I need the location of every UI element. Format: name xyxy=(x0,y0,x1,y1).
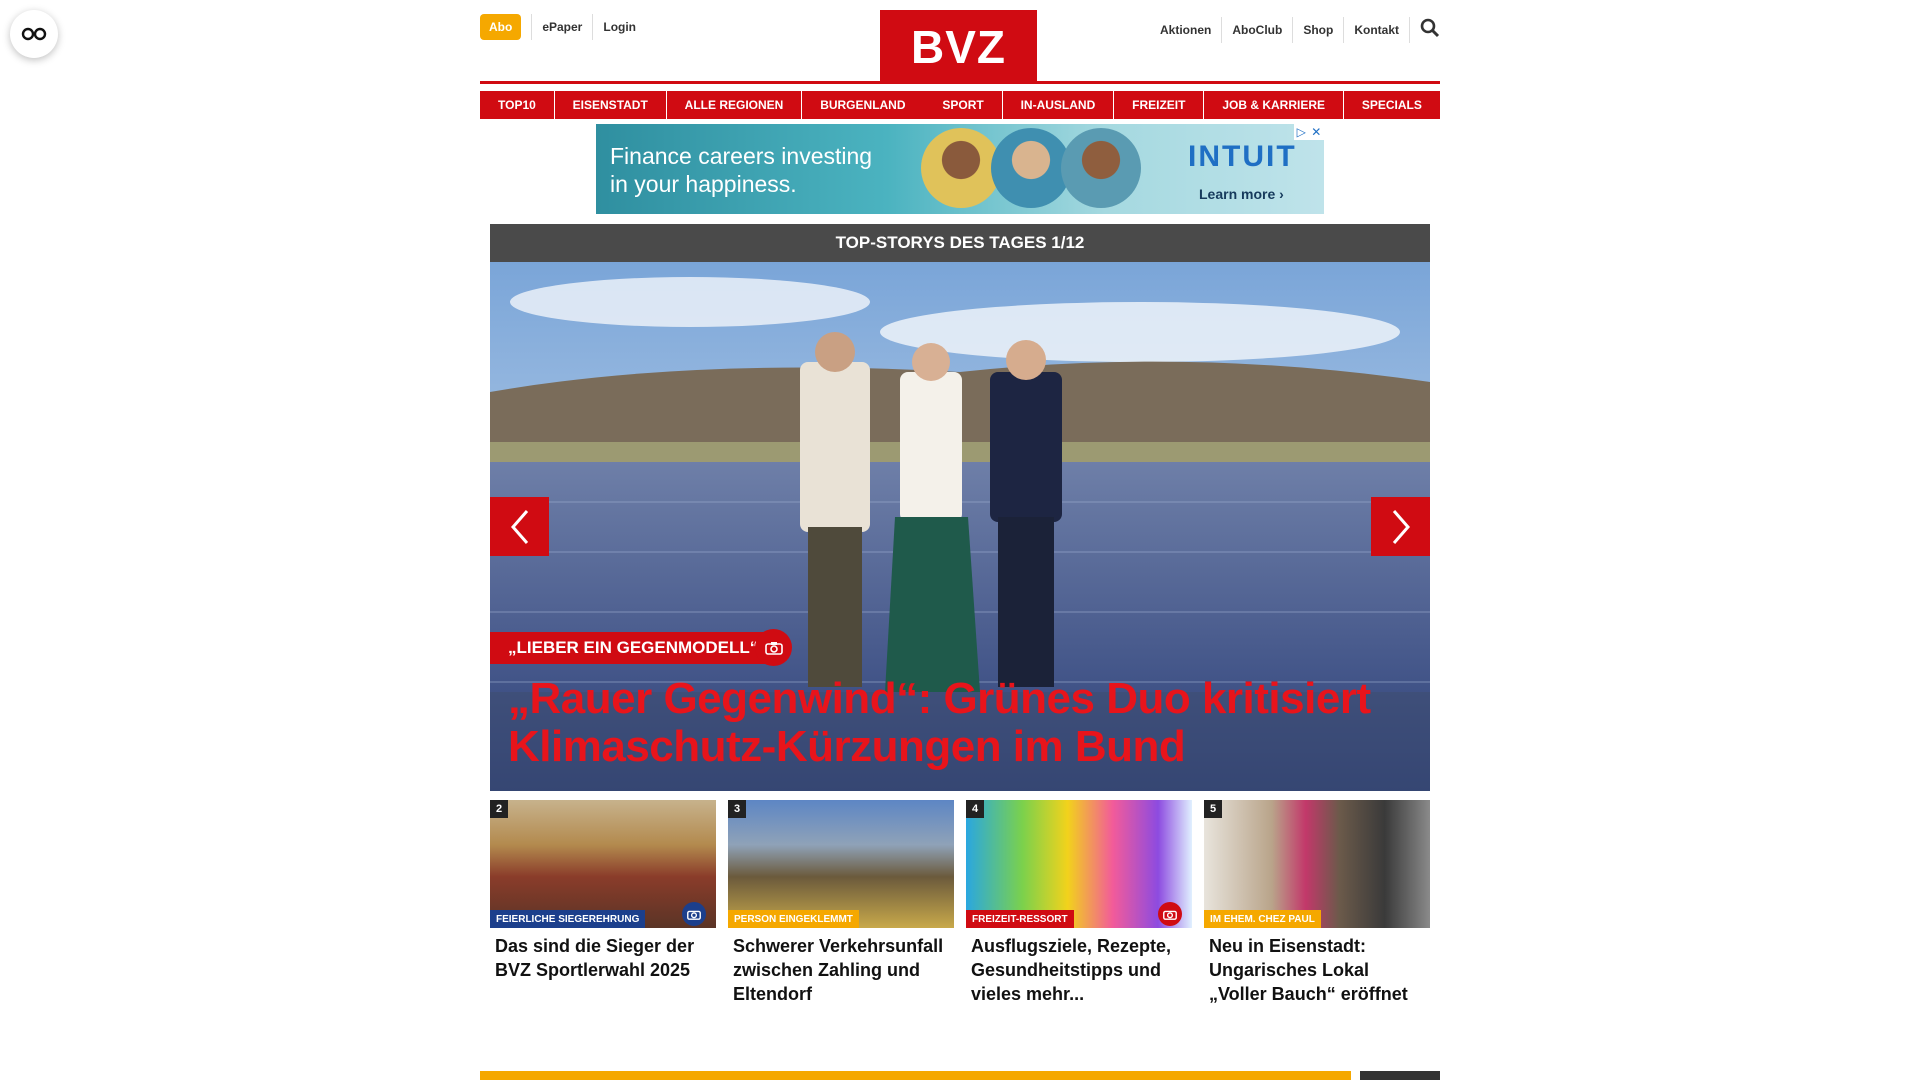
story-thumbnail[interactable]: 3 PERSON EINGEKLEMMT xyxy=(728,800,954,928)
camera-icon xyxy=(764,641,783,655)
ad-text-line-2: in your happiness. xyxy=(610,171,797,197)
story-rank: 5 xyxy=(1204,800,1222,818)
aktionen-link[interactable]: Aktionen xyxy=(1150,16,1223,43)
carousel-prev-button[interactable] xyxy=(490,497,549,556)
story-tag: FEIERLICHE SIEGEREHRUNG xyxy=(490,910,646,928)
nav-item-job-karriere[interactable]: JOB & KARRIERE xyxy=(1204,91,1344,119)
chevron-right-icon xyxy=(1392,509,1410,544)
story-title[interactable]: Schwerer Verkehrsunfall zwischen Zahling… xyxy=(728,928,954,1006)
header-right-links: Aktionen AboClub Shop Kontakt xyxy=(1150,14,1440,45)
nav-item-eisenstadt[interactable]: EISENSTADT xyxy=(554,91,666,119)
ad-text: Finance careers investing in your happin… xyxy=(610,142,872,198)
story-cards: 2 FEIERLICHE SIEGEREHRUNG Das sind die S… xyxy=(490,800,1430,1020)
epaper-link[interactable]: ePaper xyxy=(531,14,592,40)
story-card[interactable]: 4 FREIZEIT-RESSORT Ausflugsziele, Rezept… xyxy=(966,800,1192,1020)
ad-choices-close[interactable]: ▷ ✕ xyxy=(1294,124,1324,140)
bottom-dark-block xyxy=(1360,1071,1440,1080)
gallery-badge xyxy=(1158,902,1182,926)
hero-headline[interactable]: „Rauer Gegenwind“: Grünes Duo kritisiert… xyxy=(508,675,1408,771)
story-tag: IM EHEM. CHEZ PAUL xyxy=(1204,910,1321,928)
bottom-accent-bar xyxy=(480,1071,1351,1080)
ad-choices-icon[interactable]: ▷ xyxy=(1297,125,1306,139)
story-thumbnail[interactable]: 4 FREIZEIT-RESSORT xyxy=(966,800,1192,928)
story-rank: 4 xyxy=(966,800,984,818)
ad-people-image xyxy=(921,128,1141,210)
story-title[interactable]: Das sind die Sieger der BVZ Sportlerwahl… xyxy=(490,928,716,982)
gallery-badge xyxy=(682,902,706,926)
carousel-heading: TOP-STORYS DES TAGES 1/12 xyxy=(490,224,1430,262)
top-stories-carousel: TOP-STORYS DES TAGES 1/12 „LIEBER EIN GE… xyxy=(490,224,1430,791)
story-thumbnail[interactable]: 5 IM EHEM. CHEZ PAUL xyxy=(1204,800,1430,928)
search-button[interactable] xyxy=(1410,14,1440,45)
nav-item-specials[interactable]: SPECIALS xyxy=(1343,91,1440,119)
camera-icon xyxy=(1163,910,1177,920)
bvz-logo[interactable]: BVZ xyxy=(880,10,1037,84)
main-nav: TOP10 EISENSTADT ALLE REGIONEN BURGENLAN… xyxy=(480,91,1440,119)
reader-mode-button[interactable] xyxy=(10,10,58,58)
ad-brand-logo: INTUIT xyxy=(1188,140,1297,173)
story-title[interactable]: Ausflugsziele, Rezepte, Gesundheitstipps… xyxy=(966,928,1192,1006)
story-card[interactable]: 3 PERSON EINGEKLEMMT Schwerer Verkehrsun… xyxy=(728,800,954,1020)
header-left-links: Abo ePaper Login xyxy=(480,14,646,40)
top-header: Abo ePaper Login BVZ Aktionen AboClub Sh… xyxy=(480,0,1440,84)
story-card[interactable]: 5 IM EHEM. CHEZ PAUL Neu in Eisenstadt: … xyxy=(1204,800,1430,1020)
nav-item-top10[interactable]: TOP10 xyxy=(480,91,554,119)
advertisement-banner[interactable]: Finance careers investing in your happin… xyxy=(596,124,1324,214)
nav-item-freizeit[interactable]: FREIZEIT xyxy=(1114,91,1204,119)
aboclub-link[interactable]: AboClub xyxy=(1222,16,1294,43)
story-tag: FREIZEIT-RESSORT xyxy=(966,910,1074,928)
close-icon[interactable]: ✕ xyxy=(1311,125,1321,139)
story-rank: 2 xyxy=(490,800,508,818)
nav-item-in-ausland[interactable]: IN-AUSLAND xyxy=(1002,91,1114,119)
nav-item-sport[interactable]: SPORT xyxy=(924,91,1002,119)
story-title[interactable]: Neu in Eisenstadt: Ungarisches Lokal „Vo… xyxy=(1204,928,1430,1006)
nav-item-burgenland[interactable]: BURGENLAND xyxy=(802,91,924,119)
search-icon xyxy=(1420,18,1440,38)
camera-icon xyxy=(687,910,701,920)
page-container: Abo ePaper Login BVZ Aktionen AboClub Sh… xyxy=(480,0,1440,1080)
story-tag: PERSON EINGEKLEMMT xyxy=(728,910,859,928)
carousel-next-button[interactable] xyxy=(1371,497,1430,556)
gallery-badge xyxy=(755,629,792,666)
nav-item-alle-regionen[interactable]: ALLE REGIONEN xyxy=(666,91,802,119)
login-link[interactable]: Login xyxy=(592,14,646,40)
story-rank: 3 xyxy=(728,800,746,818)
ad-text-line-1: Finance careers investing xyxy=(610,143,873,169)
story-thumbnail[interactable]: 2 FEIERLICHE SIEGEREHRUNG xyxy=(490,800,716,928)
abo-button[interactable]: Abo xyxy=(480,14,522,40)
hero-image[interactable]: „LIEBER EIN GEGENMODELL“ „Rauer Gegenwin… xyxy=(490,262,1430,791)
story-card[interactable]: 2 FEIERLICHE SIEGEREHRUNG Das sind die S… xyxy=(490,800,716,1020)
shop-link[interactable]: Shop xyxy=(1293,16,1345,43)
story-kicker[interactable]: „LIEBER EIN GEGENMODELL“ xyxy=(490,632,769,664)
chevron-left-icon xyxy=(510,509,528,544)
ad-learn-more-link[interactable]: Learn more › xyxy=(1199,186,1284,202)
glasses-icon xyxy=(21,27,47,41)
kontakt-link[interactable]: Kontakt xyxy=(1344,16,1410,43)
